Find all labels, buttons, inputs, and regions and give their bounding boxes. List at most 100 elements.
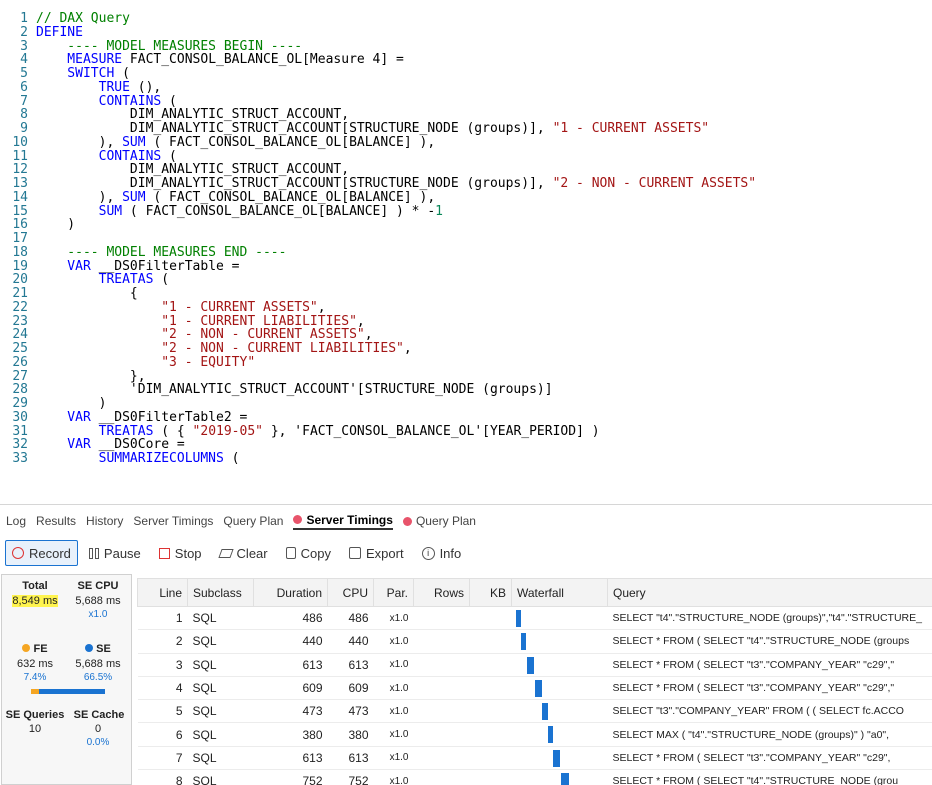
table-row[interactable]: 1 SQL 486 486 x1.0 SELECT "t4"."STRUCTURE_NOD… bbox=[137, 606, 932, 631]
line-number: 22 bbox=[12, 299, 28, 315]
code-line: 15 SUM ( FACT_CONSOL_BALANCE_OL[BALANCE]… bbox=[0, 204, 932, 219]
dax-query-editor[interactable]: 1// DAX Query 2 DEFINE 3 ---- MODEL MEASURE… bbox=[0, 0, 932, 505]
table-row[interactable]: 6 SQL 380 380 x1.0 SELECT MAX ( "t4"."STRUCTU… bbox=[137, 722, 932, 747]
duration-cell: 613 bbox=[253, 746, 328, 771]
line-cell: 3 bbox=[137, 653, 188, 677]
cpu-cell: 380 bbox=[327, 722, 374, 747]
se-bar bbox=[39, 689, 105, 694]
column-header-rows[interactable]: Rows bbox=[413, 578, 470, 607]
tab-log[interactable]: Log bbox=[6, 514, 26, 528]
export-button[interactable]: Export bbox=[342, 540, 411, 566]
code-line: 28 'DIM_ANALYTIC_STRUCT_ACCOUNT'[STRUCTU… bbox=[0, 383, 932, 397]
waterfall-cell bbox=[511, 722, 608, 747]
query-cell: SELECT * FROM ( SELECT "t3"."COMPANY_YEA… bbox=[607, 676, 932, 701]
subclass-cell: SQL bbox=[187, 746, 254, 771]
duration-cell: 473 bbox=[253, 699, 328, 724]
code-text: ) bbox=[36, 217, 76, 233]
column-header-waterfall[interactable]: Waterfall bbox=[511, 578, 608, 607]
tab-label: Query Plan bbox=[415, 514, 476, 528]
copy-button[interactable]: Copy bbox=[279, 540, 338, 566]
record-icon bbox=[12, 547, 24, 559]
code-line: 33 SUMMARIZECOLUMNS ( bbox=[0, 452, 932, 466]
column-header-query[interactable]: Query bbox=[607, 578, 932, 607]
waterfall-cell bbox=[511, 606, 608, 631]
duration-cell: 613 bbox=[253, 653, 328, 677]
rows-cell bbox=[413, 629, 470, 654]
waterfall-bar bbox=[534, 679, 542, 697]
tab-query-plan[interactable]: Query Plan bbox=[223, 514, 283, 528]
tab-history[interactable]: History bbox=[86, 514, 123, 528]
waterfall-bar bbox=[542, 703, 548, 721]
waterfall-bar bbox=[527, 656, 534, 674]
info-button[interactable]: i Info bbox=[415, 540, 469, 566]
fe-percent: 7.4% bbox=[23, 672, 47, 683]
fe-dot-icon bbox=[22, 644, 31, 652]
line-number: 5 bbox=[20, 66, 28, 81]
clear-button[interactable]: Clear bbox=[213, 540, 275, 566]
se-value: 5,688 ms bbox=[75, 658, 121, 670]
kb-cell bbox=[469, 746, 512, 771]
tab-label: Query Plan bbox=[223, 514, 284, 528]
code-text: SUMMARIZECOLUMNS ( bbox=[36, 451, 240, 466]
line-number: 26 bbox=[12, 354, 28, 370]
timings-summary-panel: Total SE CPU 8,549 ms 5,688 ms x1.0 FE S… bbox=[1, 574, 132, 785]
line-number: 21 bbox=[12, 286, 28, 301]
table-header-row: Line Subclass Duration CPU Par. Rows KB Waterfa… bbox=[137, 578, 932, 607]
se-cache-value: 0 bbox=[94, 723, 102, 735]
tab-label: Server Timings bbox=[133, 514, 214, 528]
line-number: 17 bbox=[12, 231, 28, 246]
table-row[interactable]: 5 SQL 473 473 x1.0 SELECT "t3"."COMPANY_YEAR"… bbox=[137, 699, 932, 724]
column-header-subclass[interactable]: Subclass bbox=[187, 578, 254, 607]
cpu-cell: 752 bbox=[327, 769, 374, 785]
subclass-cell: SQL bbox=[187, 722, 254, 747]
stop-icon bbox=[158, 547, 170, 559]
line-cell: 4 bbox=[137, 676, 188, 701]
kb-cell bbox=[469, 629, 512, 654]
column-header-cpu[interactable]: CPU bbox=[327, 578, 374, 607]
fe-value: 632 ms bbox=[16, 658, 54, 670]
rows-cell bbox=[413, 769, 470, 785]
table-row[interactable]: 2 SQL 440 440 x1.0 SELECT * FROM ( SELECT "t4… bbox=[137, 629, 932, 654]
rows-cell bbox=[413, 722, 470, 747]
query-cell: SELECT * FROM ( SELECT "t4"."STRUCTURE_N… bbox=[607, 629, 932, 654]
column-header-line[interactable]: Line bbox=[137, 578, 188, 607]
cpu-cell: 440 bbox=[327, 629, 374, 654]
column-header-duration[interactable]: Duration bbox=[253, 578, 328, 607]
table-row[interactable]: 8 SQL 752 752 x1.0 SELECT * FROM ( SELECT "t4… bbox=[137, 769, 932, 785]
tab-label: Results bbox=[36, 514, 77, 528]
kb-cell bbox=[469, 606, 512, 631]
query-cell: SELECT * FROM ( SELECT "t3"."COMPANY_YEA… bbox=[607, 653, 932, 677]
table-row[interactable]: 7 SQL 613 613 x1.0 SELECT * FROM ( SELECT "t3… bbox=[137, 746, 932, 771]
tab-label: History bbox=[86, 514, 124, 528]
subclass-cell: SQL bbox=[187, 699, 254, 724]
eraser-icon bbox=[217, 548, 234, 558]
waterfall-bar bbox=[552, 749, 560, 767]
pause-label: Pause bbox=[103, 545, 141, 561]
se-percent: 66.5% bbox=[83, 672, 113, 683]
tab-query-plan[interactable]: Query Plan bbox=[402, 514, 476, 528]
table-row[interactable]: 4 SQL 609 609 x1.0 SELECT * FROM ( SELECT "t3… bbox=[137, 676, 932, 701]
se-cpu-ratio: x1.0 bbox=[88, 609, 108, 620]
subclass-cell: SQL bbox=[187, 769, 254, 785]
waterfall-bar bbox=[560, 773, 570, 785]
table-body: 1 SQL 486 486 x1.0 SELECT "t4"."STRUCTURE_NOD… bbox=[137, 606, 932, 785]
tab-server-timings[interactable]: Server Timings bbox=[133, 514, 213, 528]
line-number: 1 bbox=[20, 11, 28, 26]
waterfall-cell bbox=[511, 653, 608, 677]
table-row[interactable]: 3 SQL 613 613 x1.0 SELECT * FROM ( SELECT "t3… bbox=[137, 653, 932, 677]
record-button[interactable]: Record bbox=[5, 540, 78, 566]
stop-button[interactable]: Stop bbox=[152, 540, 209, 566]
pause-button[interactable]: Pause bbox=[82, 540, 148, 566]
column-header-kb[interactable]: KB bbox=[469, 578, 512, 607]
output-tabs: Log Results History Server Timings Query Pla… bbox=[0, 507, 932, 535]
kb-cell bbox=[469, 699, 512, 724]
tab-results[interactable]: Results bbox=[36, 514, 76, 528]
line-number: 18 bbox=[12, 244, 28, 260]
se-cpu-label: SE CPU bbox=[77, 580, 119, 592]
duration-cell: 609 bbox=[253, 676, 328, 701]
clear-label: Clear bbox=[236, 545, 268, 561]
tab-server-timings[interactable]: Server Timings bbox=[293, 513, 393, 530]
column-header-par[interactable]: Par. bbox=[373, 578, 414, 607]
line-number: 2 bbox=[20, 24, 28, 40]
save-icon bbox=[348, 547, 361, 559]
